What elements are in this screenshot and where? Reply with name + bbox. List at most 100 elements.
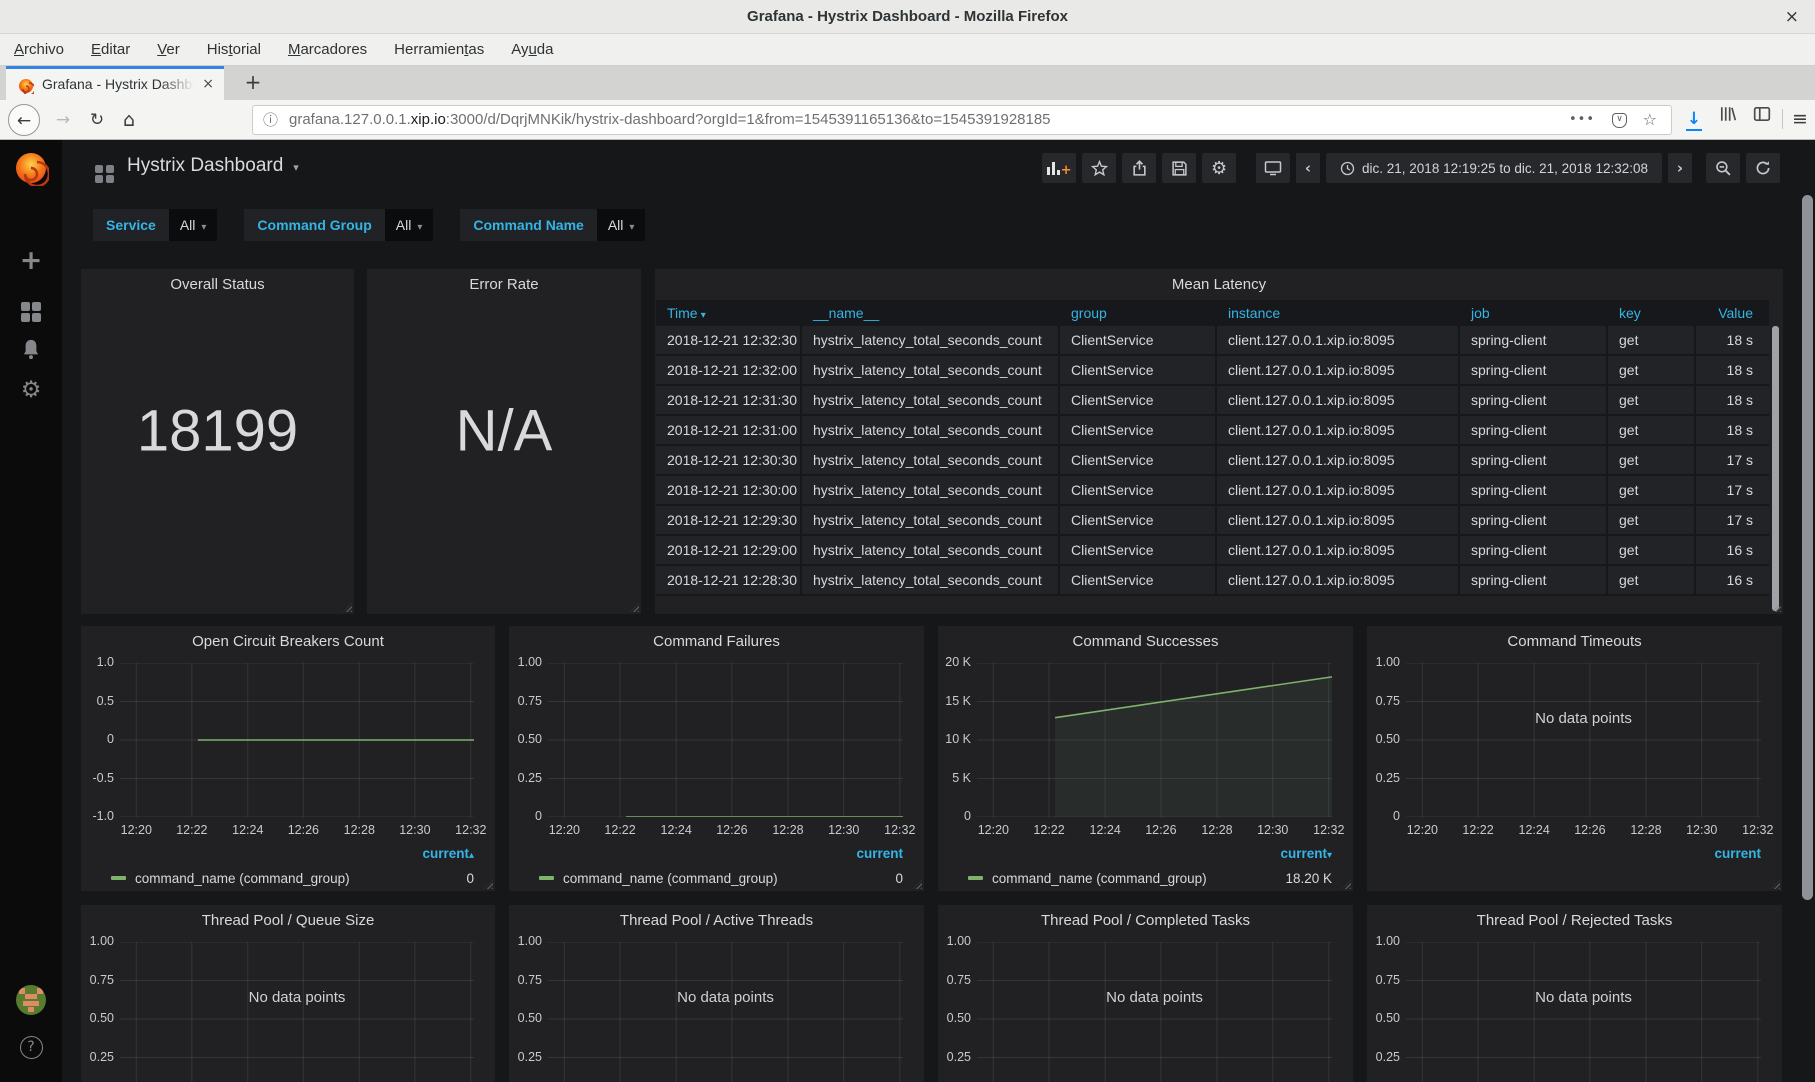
menu-archivo[interactable]: Archivo — [14, 34, 64, 66]
table-row[interactable]: 2018-12-21 12:29:00hystrix_latency_total… — [656, 536, 1769, 566]
stat-value: N/A — [367, 398, 641, 465]
hamburger-menu-icon[interactable]: ≡ — [1786, 103, 1814, 135]
x-axis-label: 12:32 — [1304, 823, 1354, 837]
filter-value-dropdown[interactable]: All▾ — [597, 209, 646, 241]
series-color-dash[interactable] — [539, 876, 554, 880]
column-header-value[interactable]: Value — [1696, 305, 1769, 321]
table-row[interactable]: 2018-12-21 12:30:00hystrix_latency_total… — [656, 476, 1769, 506]
table-cell: client.127.0.0.1.xip.io:8095 — [1217, 356, 1460, 384]
cycle-view-mode-button[interactable] — [1256, 153, 1290, 183]
dashboard-grid-icon[interactable] — [95, 160, 115, 183]
panel-title[interactable]: Command Timeouts — [1367, 633, 1782, 650]
panel-title[interactable]: Command Successes — [938, 633, 1353, 650]
series-color-dash[interactable] — [968, 876, 983, 880]
panel-title[interactable]: Overall Status — [81, 276, 354, 293]
table-row[interactable]: 2018-12-21 12:30:30hystrix_latency_total… — [656, 446, 1769, 476]
library-icon[interactable] — [1714, 103, 1742, 135]
table-row[interactable]: 2018-12-21 12:32:00hystrix_latency_total… — [656, 356, 1769, 386]
add-panel-button[interactable]: + — [1042, 153, 1076, 183]
filter-label-command-name[interactable]: Command Name — [460, 209, 596, 241]
back-button[interactable]: ← — [8, 104, 40, 136]
menu-ver[interactable]: Ver — [157, 34, 180, 66]
page-actions-icon[interactable]: ••• — [1569, 106, 1595, 134]
alerting-bell-icon[interactable] — [0, 338, 62, 365]
table-scrollbar[interactable] — [1772, 326, 1779, 611]
window-close-icon[interactable]: × — [1785, 0, 1799, 34]
legend-sort-current[interactable]: current — [1714, 846, 1761, 861]
tab-grafana[interactable]: Grafana - Hystrix Dashbo × — [6, 66, 224, 100]
column-header-job[interactable]: job — [1460, 305, 1608, 321]
dashboard-title[interactable]: Hystrix Dashboard▾ — [127, 155, 299, 177]
column-header-time[interactable]: Time ▾ — [656, 305, 802, 321]
pocket-icon[interactable]: ∨ — [1612, 113, 1627, 128]
column-header-group[interactable]: group — [1060, 305, 1217, 321]
legend-sort-current[interactable]: current — [856, 846, 903, 861]
column-header-key[interactable]: key — [1608, 305, 1696, 321]
site-info-icon[interactable]: ⓘ — [263, 106, 278, 134]
dashboard-settings-button[interactable]: ⚙ — [1202, 153, 1236, 183]
table-row[interactable]: 2018-12-21 12:29:30hystrix_latency_total… — [656, 506, 1769, 536]
filter-label-service[interactable]: Service — [93, 209, 169, 241]
dashboards-icon[interactable] — [0, 298, 62, 322]
y-axis-label: 1.00 — [1367, 934, 1400, 948]
configuration-gear-icon[interactable]: ⚙ — [0, 378, 62, 402]
menu-editar[interactable]: Editar — [91, 34, 130, 66]
menu-ayuda[interactable]: Ayuda — [511, 34, 553, 66]
star-dashboard-button[interactable] — [1082, 153, 1116, 183]
grafana-logo-icon[interactable] — [0, 150, 62, 191]
create-plus-icon[interactable]: + — [0, 248, 62, 274]
filter-value-dropdown[interactable]: All▾ — [169, 209, 218, 241]
panel-title[interactable]: Command Failures — [509, 633, 924, 650]
panel-title[interactable]: Thread Pool / Active Threads — [509, 912, 924, 929]
panel-title[interactable]: Thread Pool / Completed Tasks — [938, 912, 1353, 929]
table-row[interactable]: 2018-12-21 12:31:00hystrix_latency_total… — [656, 416, 1769, 446]
reload-button[interactable]: ↻ — [84, 104, 110, 136]
zoom-out-button[interactable] — [1706, 153, 1740, 183]
table-row[interactable]: 2018-12-21 12:31:30hystrix_latency_total… — [656, 386, 1769, 416]
table-cell: ClientService — [1060, 536, 1217, 564]
home-button[interactable]: ⌂ — [116, 104, 142, 136]
series-name[interactable]: command_name (command_group) — [563, 871, 778, 886]
refresh-button[interactable] — [1746, 153, 1780, 183]
series-color-dash[interactable] — [111, 876, 126, 880]
chevron-left-icon: ‹ — [1305, 159, 1311, 177]
help-icon[interactable]: ? — [0, 1036, 62, 1059]
legend-sort-current[interactable]: current▴ — [422, 846, 474, 861]
panel-error-rate: Error Rate N/A — [367, 269, 641, 614]
url-bar[interactable]: ⓘ grafana.127.0.0.1.xip.io:3000/d/DqrjMN… — [252, 105, 1672, 135]
table-row[interactable]: 2018-12-21 12:28:30hystrix_latency_total… — [656, 566, 1769, 596]
bookmark-star-icon[interactable]: ☆ — [1643, 106, 1657, 134]
y-axis: 1.000.750.500.250 — [1367, 942, 1400, 1082]
column-header-instance[interactable]: instance — [1217, 305, 1460, 321]
column-header-name[interactable]: __name__ — [802, 305, 1060, 321]
panel-title[interactable]: Error Rate — [367, 276, 641, 293]
panel-command-failures: Command Failures1.000.750.500.25012:2012… — [509, 626, 924, 891]
downloads-icon[interactable]: ↓ — [1680, 103, 1708, 135]
time-back-button[interactable]: ‹ — [1296, 153, 1320, 183]
table-row[interactable]: 2018-12-21 12:32:30hystrix_latency_total… — [656, 326, 1769, 356]
new-tab-button[interactable]: + — [238, 66, 268, 100]
share-dashboard-button[interactable] — [1122, 153, 1156, 183]
save-dashboard-button[interactable] — [1162, 153, 1196, 183]
menu-marcadores[interactable]: Marcadores — [288, 34, 367, 66]
panel-title[interactable]: Thread Pool / Rejected Tasks — [1367, 912, 1782, 929]
sidebars-icon[interactable] — [1748, 103, 1776, 135]
series-name[interactable]: command_name (command_group) — [135, 871, 350, 886]
table-cell: hystrix_latency_total_seconds_count — [802, 506, 1060, 534]
panel-title[interactable]: Open Circuit Breakers Count — [81, 633, 495, 650]
series-current-value: 18.20 K — [1285, 871, 1332, 886]
user-avatar[interactable] — [0, 985, 62, 1020]
time-range-picker[interactable]: dic. 21, 2018 12:19:25 to dic. 21, 2018 … — [1326, 153, 1662, 183]
series-name[interactable]: command_name (command_group) — [992, 871, 1207, 886]
filter-label-command-group[interactable]: Command Group — [244, 209, 384, 241]
time-forward-button[interactable]: › — [1668, 153, 1692, 183]
menu-historial[interactable]: Historial — [207, 34, 261, 66]
panel-title[interactable]: Thread Pool / Queue Size — [81, 912, 495, 929]
page-scrollbar[interactable] — [1802, 195, 1813, 900]
panel-title[interactable]: Mean Latency — [655, 276, 1783, 293]
filter-value-dropdown[interactable]: All▾ — [385, 209, 434, 241]
legend-sort-current[interactable]: current▾ — [1280, 846, 1332, 861]
menu-herramientas[interactable]: Herramientas — [394, 34, 484, 66]
forward-button[interactable]: → — [50, 104, 76, 136]
tab-close-icon[interactable]: × — [202, 69, 214, 100]
